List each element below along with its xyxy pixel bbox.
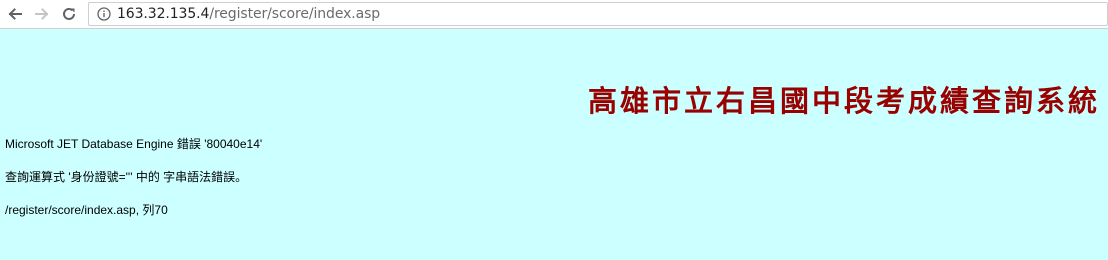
url-path: /register/score/index.asp bbox=[209, 6, 381, 22]
info-icon[interactable] bbox=[97, 7, 111, 21]
address-bar[interactable]: 163.32.135.4/register/score/index.asp bbox=[88, 2, 1108, 26]
forward-button[interactable] bbox=[30, 2, 54, 26]
forward-arrow-icon bbox=[34, 6, 50, 22]
reload-button[interactable] bbox=[57, 2, 81, 26]
error-title: Microsoft JET Database Engine 錯誤 '80040e… bbox=[5, 137, 263, 151]
error-description: 查詢運算式 '身份證號=''' 中的 字串語法錯誤。 bbox=[5, 170, 248, 184]
url-text: 163.32.135.4/register/score/index.asp bbox=[117, 6, 380, 22]
page-title: 高雄市立右昌國中段考成績查詢系統 bbox=[587, 84, 1100, 118]
page-content: 高雄市立右昌國中段考成績查詢系統 Microsoft JET Database … bbox=[0, 29, 1108, 260]
reload-icon bbox=[61, 6, 77, 22]
browser-toolbar: 163.32.135.4/register/score/index.asp bbox=[0, 0, 1108, 29]
url-host: 163.32.135.4 bbox=[117, 6, 210, 22]
back-arrow-icon bbox=[7, 6, 23, 22]
error-location: /register/score/index.asp, 列70 bbox=[5, 203, 168, 217]
back-button[interactable] bbox=[3, 2, 27, 26]
